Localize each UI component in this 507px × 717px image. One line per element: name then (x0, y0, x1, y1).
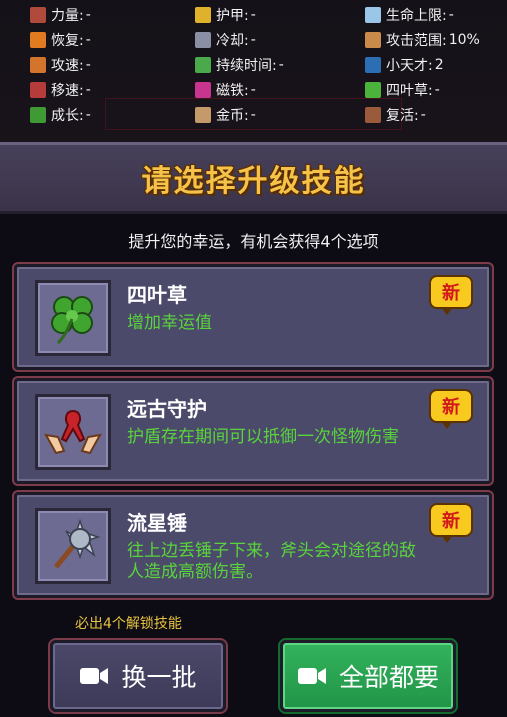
refresh-button-label: 换一批 (121, 663, 197, 692)
revive-icon (365, 107, 381, 123)
stat-duration: 持续时间: - (195, 54, 284, 76)
stat-max-hp: 生命上限: - (365, 4, 454, 26)
strength-icon (30, 7, 46, 23)
stat-armor: 护甲: - (195, 4, 256, 26)
regen-icon (30, 32, 46, 48)
skill-description: 增加幸运值 (127, 313, 212, 333)
page-title: 请选择升级技能 (141, 164, 366, 199)
duration-icon (195, 57, 211, 73)
mace-icon (54, 518, 101, 569)
subtitle: 提升您的幸运，有机会获得4个选项 (128, 232, 379, 251)
attack-range-icon (365, 32, 381, 48)
stat-strength: 力量: - (30, 4, 91, 26)
armor-icon (195, 7, 211, 23)
graduation-cap-icon (365, 57, 381, 73)
sprout-icon (30, 107, 46, 123)
skill-name: 流星锤 (127, 511, 187, 535)
stat-magnet: 磁铁: - (195, 79, 256, 101)
stat-growth: 成长: - (30, 104, 91, 126)
stat-clover: 四叶草: - (365, 79, 440, 101)
skill-description: 护盾存在期间可以抵御一次怪物伤害 (127, 427, 399, 447)
new-badge: 新 (429, 503, 473, 543)
stat-cooldown: 冷却: - (195, 29, 256, 51)
stat-revive: 复活: - (365, 104, 426, 126)
skill-name: 远古守护 (127, 397, 207, 421)
skill-icon-box (35, 508, 111, 584)
take-all-button[interactable]: 全部都要 (280, 640, 456, 712)
hourglass-icon (195, 32, 211, 48)
refresh-button[interactable]: 换一批 (50, 640, 226, 712)
skill-card-meteor-hammer[interactable]: 流星锤 往上边丢锤子下来，斧头会对途径的敌人造成高额伤害。 新 (14, 492, 492, 598)
skill-icon-box (35, 394, 111, 470)
gold-icon (195, 107, 211, 123)
clover-small-icon (365, 82, 381, 98)
new-badge: 新 (429, 389, 473, 429)
move-speed-icon (30, 82, 46, 98)
video-camera-icon (80, 668, 109, 684)
stat-attack-speed: 攻速: - (30, 54, 91, 76)
magnet-icon (195, 82, 211, 98)
ribbon-hands-icon (44, 409, 102, 455)
max-hp-icon (365, 7, 381, 23)
stat-genius: 小天才: 2 (365, 54, 444, 76)
stats-panel: 力量: - 护甲: - 生命上限: - 恢复: - 冷却: - 攻击范围: 10% 攻速: -… (0, 0, 507, 142)
skill-card-ancient-guard[interactable]: 远古守护 护盾存在期间可以抵御一次怪物伤害 新 (14, 378, 492, 484)
clover-icon (51, 296, 93, 345)
stat-attack-range: 攻击范围: 10% (365, 29, 480, 51)
stat-regen: 恢复: - (30, 29, 91, 51)
stat-move-speed: 移速: - (30, 79, 91, 101)
video-camera-icon (297, 668, 326, 684)
stat-gold: 金币: - (195, 104, 256, 126)
skill-name: 四叶草 (127, 283, 187, 307)
upgrade-header: 请选择升级技能 (0, 142, 507, 214)
skill-card-clover[interactable]: 四叶草 增加幸运值 新 (14, 264, 492, 370)
skill-description: 往上边丢锤子下来，斧头会对途径的敌人造成高额伤害。 (127, 541, 416, 582)
new-badge: 新 (429, 275, 473, 315)
attack-speed-icon (30, 57, 46, 73)
take-all-button-label: 全部都要 (338, 663, 439, 692)
skill-icon-box (35, 280, 111, 356)
guarantee-note: 必出4个解锁技能 (75, 616, 182, 632)
